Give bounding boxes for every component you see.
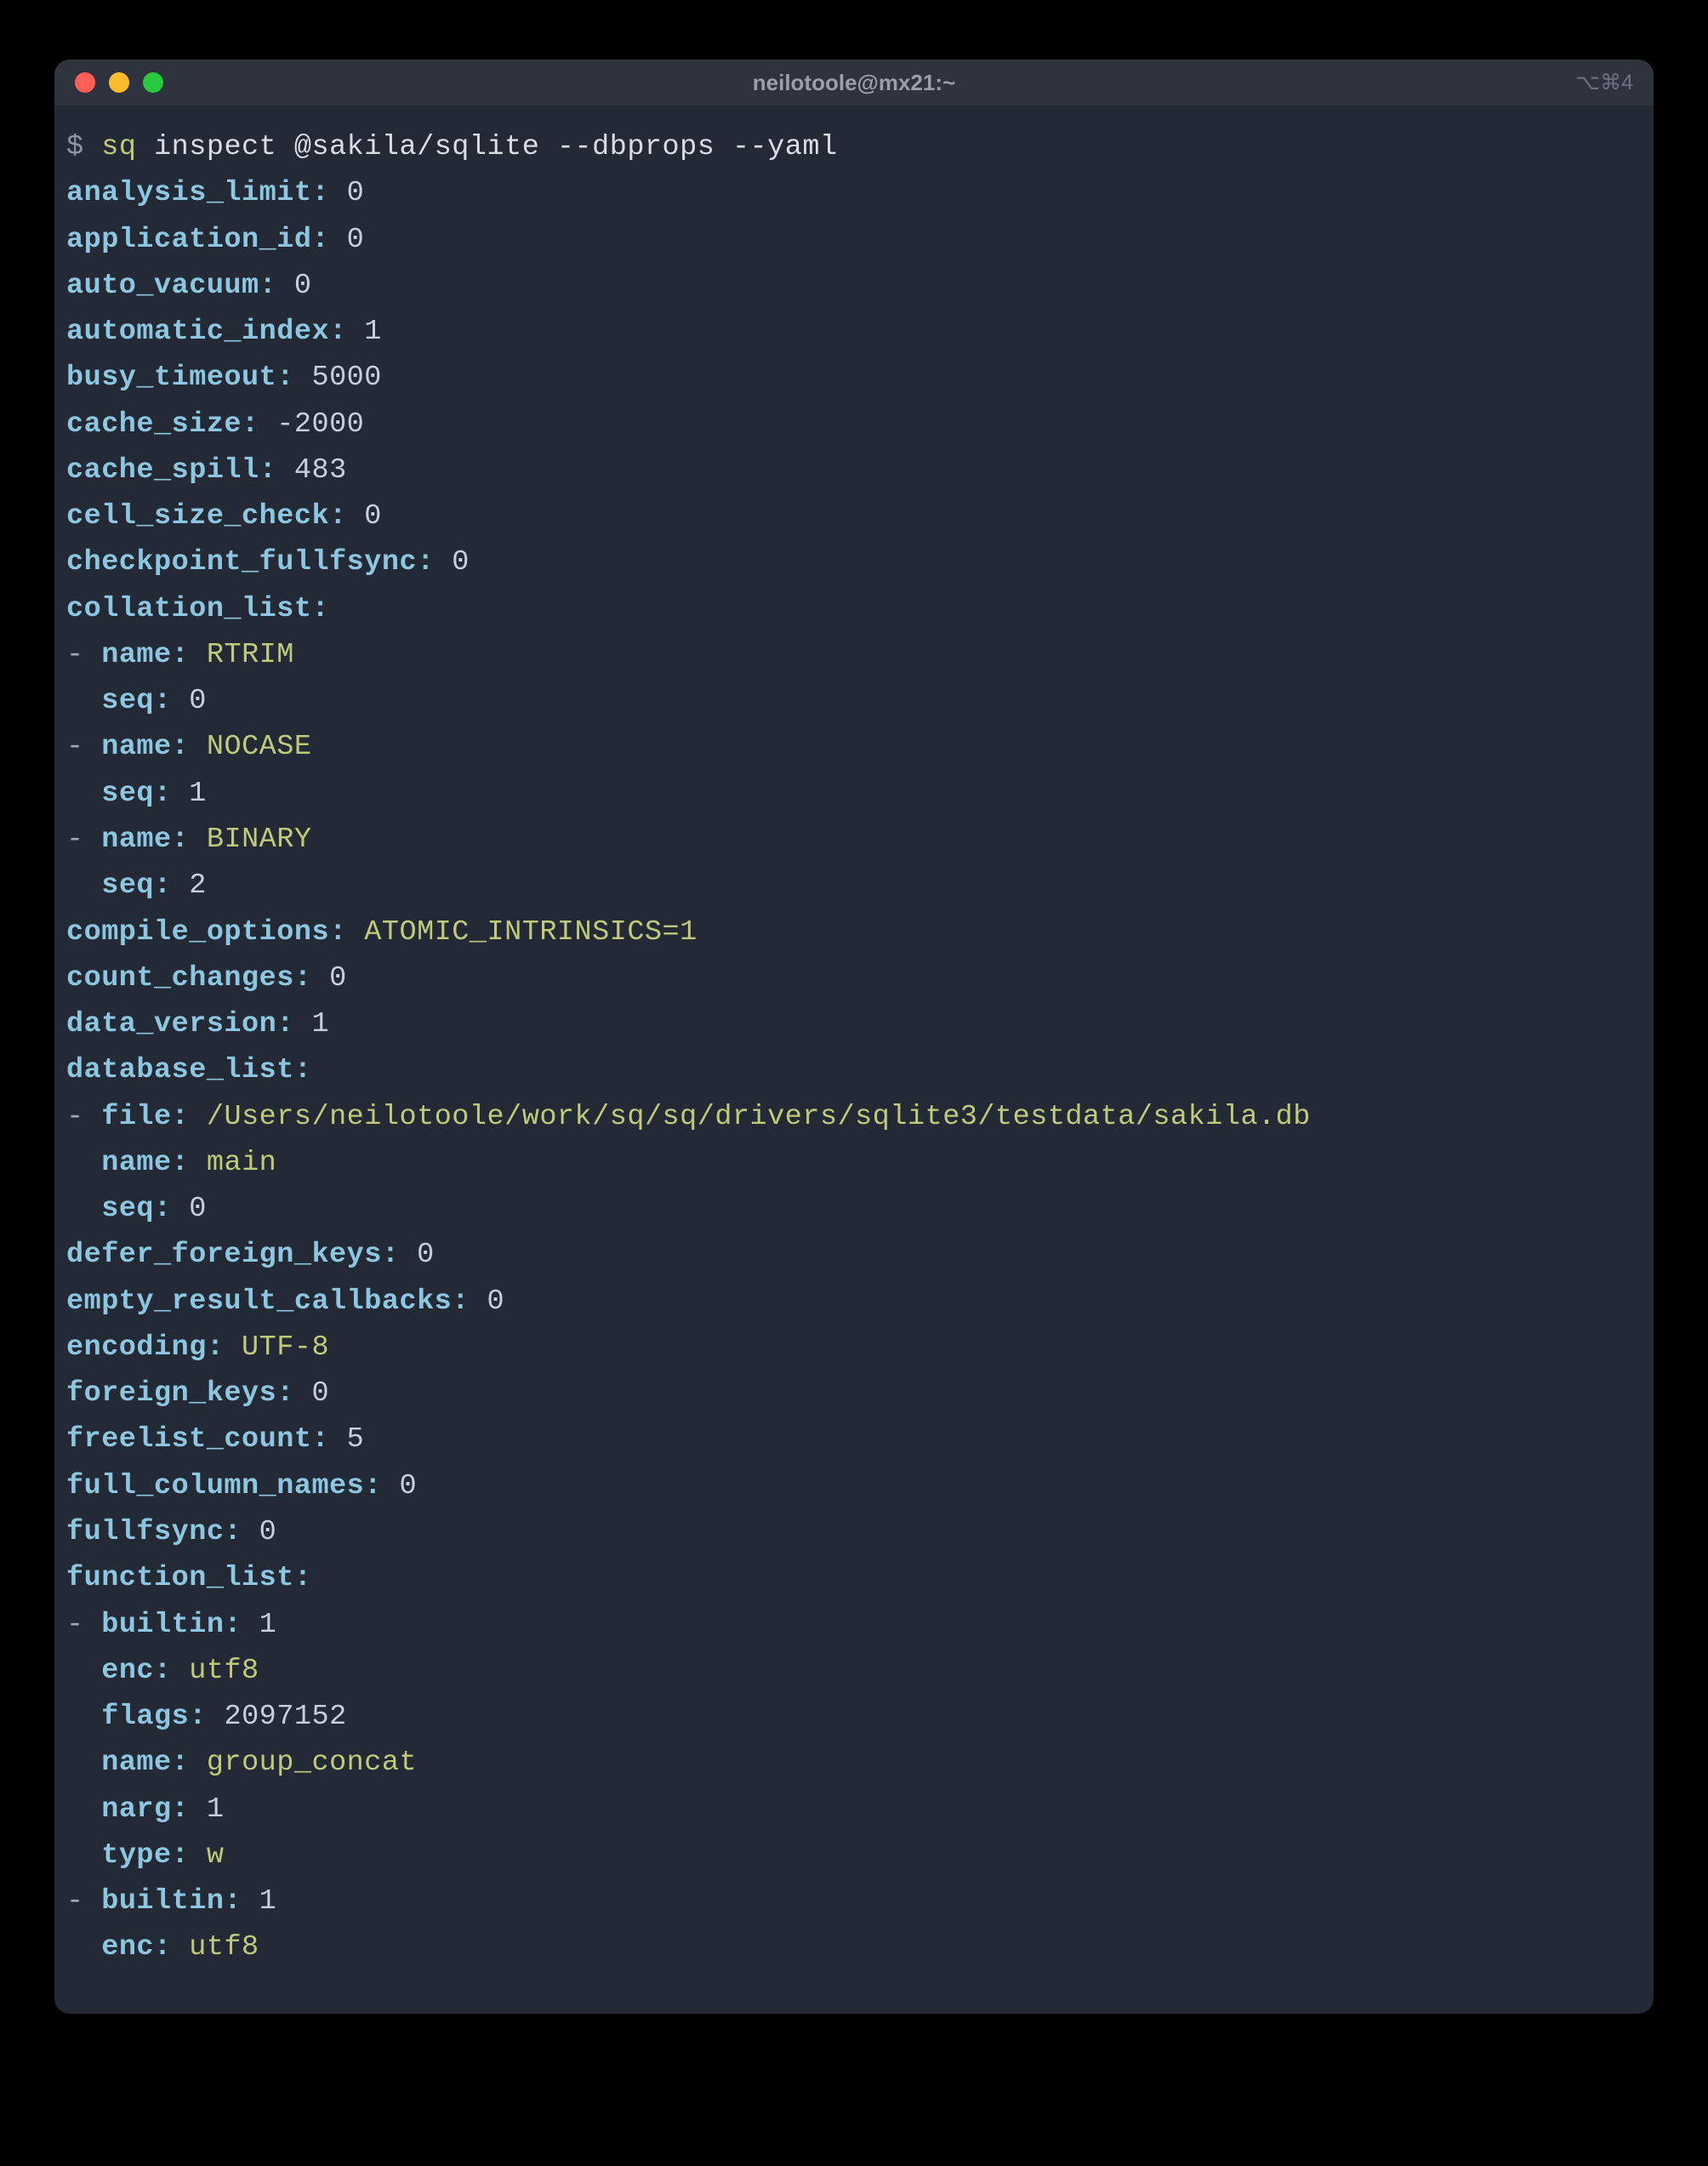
yaml-line: foreign_keys: 0 bbox=[66, 1371, 1642, 1416]
terminal-window: neilotoole@mx21:~ ⌥⌘4 $ sq inspect @saki… bbox=[54, 60, 1654, 2014]
yaml-list-item: enc: utf8 bbox=[66, 1648, 1642, 1694]
yaml-line: function_list: bbox=[66, 1555, 1642, 1601]
prompt-symbol: $ bbox=[66, 131, 101, 163]
maximize-icon[interactable] bbox=[143, 72, 163, 93]
yaml-list-item: type: w bbox=[66, 1833, 1642, 1878]
yaml-line: encoding: UTF-8 bbox=[66, 1325, 1642, 1371]
yaml-line: analysis_limit: 0 bbox=[66, 170, 1642, 216]
yaml-line: data_version: 1 bbox=[66, 1001, 1642, 1047]
yaml-list-item: - builtin: 1 bbox=[66, 1602, 1642, 1648]
yaml-line: cache_spill: 483 bbox=[66, 447, 1642, 493]
window-shortcut-indicator: ⌥⌘4 bbox=[1575, 70, 1633, 95]
command-args: inspect @sakila/sqlite --dbprops --yaml bbox=[136, 131, 837, 163]
yaml-line: busy_timeout: 5000 bbox=[66, 355, 1642, 401]
yaml-line: freelist_count: 5 bbox=[66, 1416, 1642, 1462]
yaml-list-item: - name: NOCASE bbox=[66, 724, 1642, 770]
yaml-list-item: - file: /Users/neilotoole/work/sq/sq/dri… bbox=[66, 1094, 1642, 1140]
yaml-list-item: seq: 2 bbox=[66, 863, 1642, 909]
yaml-line: collation_list: bbox=[66, 586, 1642, 632]
traffic-lights bbox=[75, 72, 163, 93]
yaml-line: cell_size_check: 0 bbox=[66, 493, 1642, 539]
yaml-line: auto_vacuum: 0 bbox=[66, 263, 1642, 309]
yaml-line: database_list: bbox=[66, 1047, 1642, 1093]
yaml-list-item: seq: 0 bbox=[66, 678, 1642, 724]
close-icon[interactable] bbox=[75, 72, 95, 93]
yaml-line: cache_size: -2000 bbox=[66, 402, 1642, 447]
yaml-list-item: - name: RTRIM bbox=[66, 632, 1642, 678]
yaml-line: count_changes: 0 bbox=[66, 955, 1642, 1001]
command-line: $ sq inspect @sakila/sqlite --dbprops --… bbox=[66, 124, 1642, 170]
yaml-line: application_id: 0 bbox=[66, 217, 1642, 263]
yaml-line: empty_result_callbacks: 0 bbox=[66, 1279, 1642, 1325]
yaml-line: checkpoint_fullfsync: 0 bbox=[66, 539, 1642, 585]
yaml-line: defer_foreign_keys: 0 bbox=[66, 1232, 1642, 1278]
title-bar: neilotoole@mx21:~ ⌥⌘4 bbox=[54, 60, 1654, 105]
yaml-list-item: narg: 1 bbox=[66, 1787, 1642, 1833]
minimize-icon[interactable] bbox=[109, 72, 129, 93]
terminal-content[interactable]: $ sq inspect @sakila/sqlite --dbprops --… bbox=[54, 105, 1654, 2014]
yaml-line: automatic_index: 1 bbox=[66, 309, 1642, 355]
yaml-list-item: name: main bbox=[66, 1140, 1642, 1186]
yaml-line: fullfsync: 0 bbox=[66, 1509, 1642, 1555]
yaml-list-item: - builtin: 1 bbox=[66, 1878, 1642, 1924]
yaml-list-item: name: group_concat bbox=[66, 1740, 1642, 1786]
yaml-list-item: - name: BINARY bbox=[66, 817, 1642, 863]
yaml-list-item: seq: 0 bbox=[66, 1186, 1642, 1232]
yaml-line: full_column_names: 0 bbox=[66, 1463, 1642, 1509]
yaml-list-item: seq: 1 bbox=[66, 771, 1642, 817]
window-title: neilotoole@mx21:~ bbox=[753, 70, 955, 96]
command-name: sq bbox=[101, 131, 136, 163]
yaml-line: compile_options: ATOMIC_INTRINSICS=1 bbox=[66, 909, 1642, 955]
yaml-list-item: flags: 2097152 bbox=[66, 1694, 1642, 1740]
yaml-list-item: enc: utf8 bbox=[66, 1924, 1642, 1970]
